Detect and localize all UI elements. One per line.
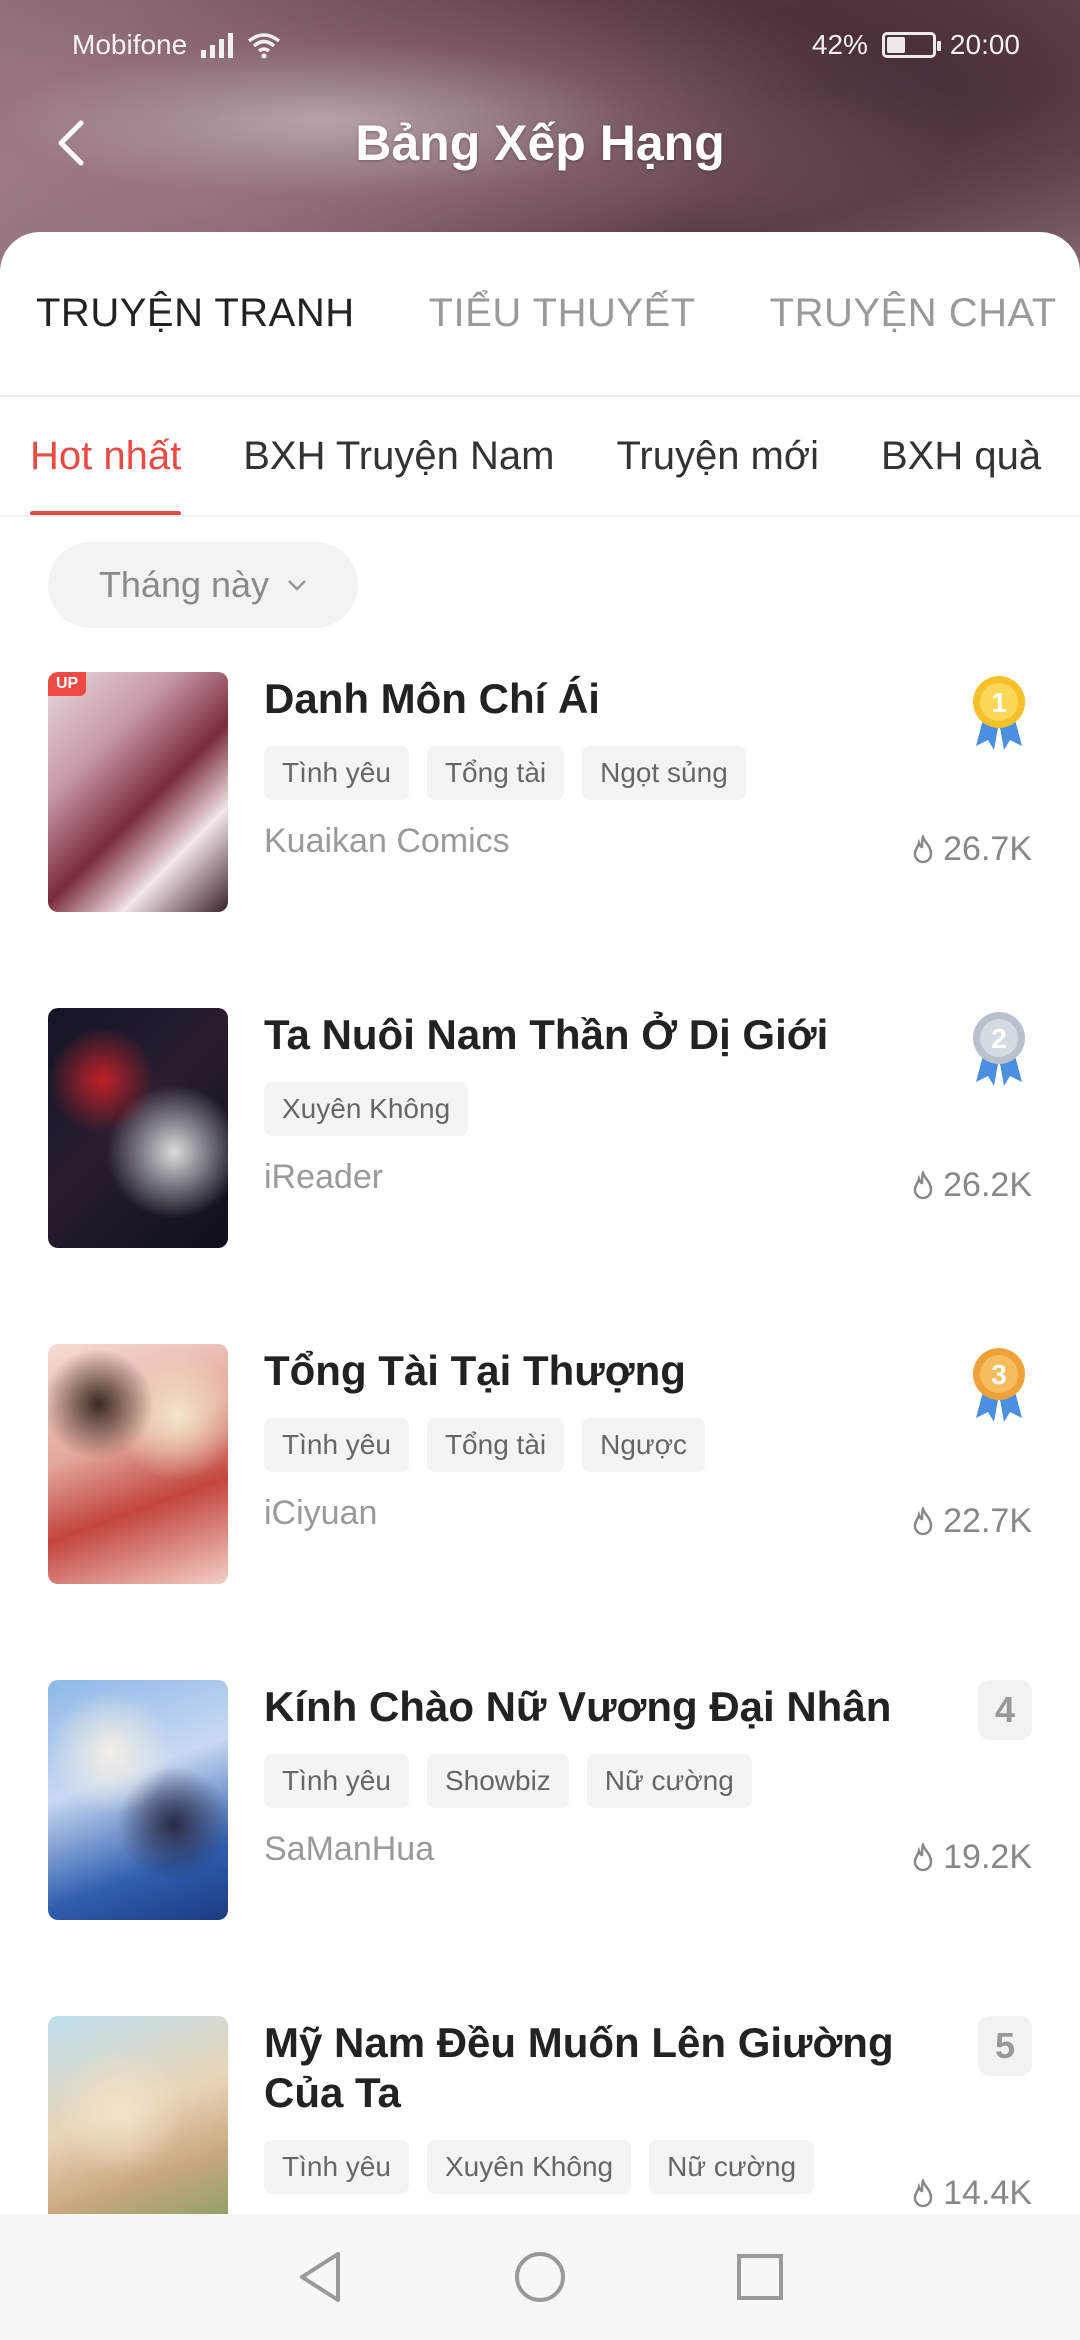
system-home-button[interactable]: [505, 2242, 575, 2312]
chevron-down-icon: [288, 580, 306, 591]
comic-cover: [48, 1680, 228, 1920]
flame-icon: [913, 1170, 933, 1199]
subtab-bxh-qua[interactable]: BXH quà: [881, 397, 1041, 515]
tab-truyen-tranh[interactable]: TRUYỆN TRANH: [36, 291, 355, 336]
list-item[interactable]: Kính Chào Nữ Vương Đại Nhân Tình yêu Sho…: [0, 1680, 1080, 2016]
comic-title: Kính Chào Nữ Vương Đại Nhân: [264, 1683, 892, 1730]
genre-tag: Xuyên Không: [426, 2140, 632, 2194]
bronze-medal-icon: 3: [973, 1348, 1025, 1422]
update-badge: UP: [48, 672, 87, 696]
comic-info: Ta Nuôi Nam Thần Ở Dị Giới Xuyên Không i…: [264, 1008, 954, 1197]
comic-title: Danh Môn Chí Ái: [264, 675, 600, 722]
sub-tabs: Hot nhất BXH Truyện Nam Truyện mới BXH q…: [0, 397, 1080, 517]
battery-icon: [881, 32, 941, 58]
view-count-text: 14.4K: [943, 2174, 1032, 2212]
subtab-hot-nhat[interactable]: Hot nhất: [30, 397, 182, 515]
triangle-back-icon: [300, 2252, 340, 2302]
genre-tag: Xuyên Không: [264, 1082, 469, 1136]
silver-medal-icon: 2: [973, 1012, 1025, 1086]
comic-source: iReader: [264, 1158, 384, 1196]
comic-info: Kính Chào Nữ Vương Đại Nhân Tình yêu Sho…: [264, 1680, 954, 1869]
comic-info: Danh Môn Chí Ái Tình yêu Tổng tài Ngọt s…: [264, 672, 954, 861]
genre-tag: Tổng tài: [426, 1418, 565, 1472]
comic-title: Tổng Tài Tại Thượng: [264, 1347, 686, 1394]
genre-tags: Xuyên Không: [264, 1082, 954, 1136]
view-count-text: 19.2K: [943, 1838, 1032, 1876]
gold-medal-icon: 1: [973, 676, 1025, 750]
view-count: 22.7K: [911, 1502, 1032, 1541]
list-item[interactable]: Ta Nuôi Nam Thần Ở Dị Giới Xuyên Không i…: [0, 1008, 1080, 1344]
app-screen: Mobifone 42% 20:00 Bảng Xếp Hạng TRUYỆN …: [0, 0, 1080, 2340]
wifi-icon: [248, 33, 281, 59]
status-left: Mobifone: [72, 29, 281, 61]
comic-title: Ta Nuôi Nam Thần Ở Dị Giới: [264, 1011, 829, 1058]
comic-info: Mỹ Nam Đều Muốn Lên Giường Của Ta Tình y…: [264, 2016, 954, 2194]
comic-cover: UP: [48, 672, 228, 912]
status-bar: Mobifone 42% 20:00: [0, 0, 1080, 90]
rank-number: 3: [991, 1359, 1007, 1390]
battery-percent: 42%: [811, 29, 868, 60]
circle-home-icon: [515, 2252, 565, 2302]
comic-source: iCiyuan: [264, 1494, 378, 1532]
genre-tag: Tình yêu: [264, 746, 409, 800]
top-nav-bar: Bảng Xếp Hạng: [0, 95, 1080, 190]
system-back-button[interactable]: [285, 2242, 355, 2312]
ranking-list: UP Danh Môn Chí Ái Tình yêu Tổng tài Ngọ…: [0, 672, 1080, 2340]
genre-tag: Showbiz: [426, 1754, 569, 1808]
comic-source: SaManHua: [264, 1830, 435, 1868]
tab-tieu-thuyet[interactable]: TIỂU THUYẾT: [429, 291, 696, 336]
main-tabs: TRUYỆN TRANH TIỂU THUYẾT TRUYỆN CHAT: [0, 232, 1080, 397]
genre-tag: Tình yêu: [264, 1754, 409, 1808]
signal-icon: [201, 32, 234, 58]
status-right: 42% 20:00: [812, 29, 1020, 61]
genre-tags: Tình yêu Tổng tài Ngược: [264, 1418, 954, 1472]
genre-tag: Nữ cường: [649, 2140, 815, 2194]
genre-tags: Tình yêu Showbiz Nữ cường: [264, 1754, 954, 1808]
carrier-name: Mobifone: [72, 29, 188, 60]
time-filter-dropdown[interactable]: Tháng này: [48, 542, 358, 628]
tab-truyen-chat[interactable]: TRUYỆN CHAT: [770, 291, 1057, 336]
rank-number: 5: [978, 2016, 1032, 2076]
view-count: 19.2K: [911, 1838, 1032, 1877]
genre-tag: Nữ cường: [586, 1754, 752, 1808]
genre-tag: Ngược: [582, 1418, 706, 1472]
flame-icon: [913, 834, 933, 863]
rank-number: 2: [991, 1023, 1007, 1054]
subtab-truyen-moi[interactable]: Truyện mới: [616, 397, 819, 515]
view-count-text: 26.7K: [943, 830, 1032, 868]
system-navigation-bar: [0, 2214, 1080, 2340]
genre-tag: Tình yêu: [264, 2140, 409, 2194]
genre-tag: Tổng tài: [426, 746, 565, 800]
comic-cover: [48, 1008, 228, 1248]
chevron-left-icon: [58, 120, 84, 166]
view-count: 26.7K: [911, 830, 1032, 869]
view-count-text: 26.2K: [943, 1166, 1032, 1204]
subtab-bxh-truyen-nam[interactable]: BXH Truyện Nam: [243, 397, 554, 515]
flame-icon: [913, 1842, 933, 1871]
comic-title: Mỹ Nam Đều Muốn Lên Giường Của Ta: [264, 2019, 894, 2116]
comic-source: Kuaikan Comics: [264, 822, 510, 860]
filter-label: Tháng này: [98, 564, 270, 605]
view-count: 26.2K: [911, 1166, 1032, 1205]
list-item[interactable]: UP Danh Môn Chí Ái Tình yêu Tổng tài Ngọ…: [0, 672, 1080, 1008]
comic-cover: [48, 1344, 228, 1584]
page-title: Bảng Xếp Hạng: [355, 114, 725, 171]
flame-icon: [913, 2178, 933, 2207]
clock: 20:00: [949, 29, 1020, 60]
square-recents-icon: [737, 2254, 783, 2300]
genre-tag: Ngọt sủng: [582, 746, 746, 800]
rank-number: 1: [991, 687, 1007, 718]
genre-tags: Tình yêu Xuyên Không Nữ cường: [264, 2140, 954, 2194]
back-button[interactable]: [40, 113, 100, 173]
rank-number: 4: [978, 1680, 1032, 1740]
system-recents-button[interactable]: [725, 2242, 795, 2312]
view-count: 14.4K: [911, 2174, 1032, 2213]
genre-tag: Tình yêu: [264, 1418, 409, 1472]
view-count-text: 22.7K: [943, 1502, 1032, 1540]
content-sheet: TRUYỆN TRANH TIỂU THUYẾT TRUYỆN CHAT Hot…: [0, 232, 1080, 2340]
comic-info: Tổng Tài Tại Thượng Tình yêu Tổng tài Ng…: [264, 1344, 954, 1533]
list-item[interactable]: Tổng Tài Tại Thượng Tình yêu Tổng tài Ng…: [0, 1344, 1080, 1680]
flame-icon: [913, 1506, 933, 1535]
genre-tags: Tình yêu Tổng tài Ngọt sủng: [264, 746, 954, 800]
